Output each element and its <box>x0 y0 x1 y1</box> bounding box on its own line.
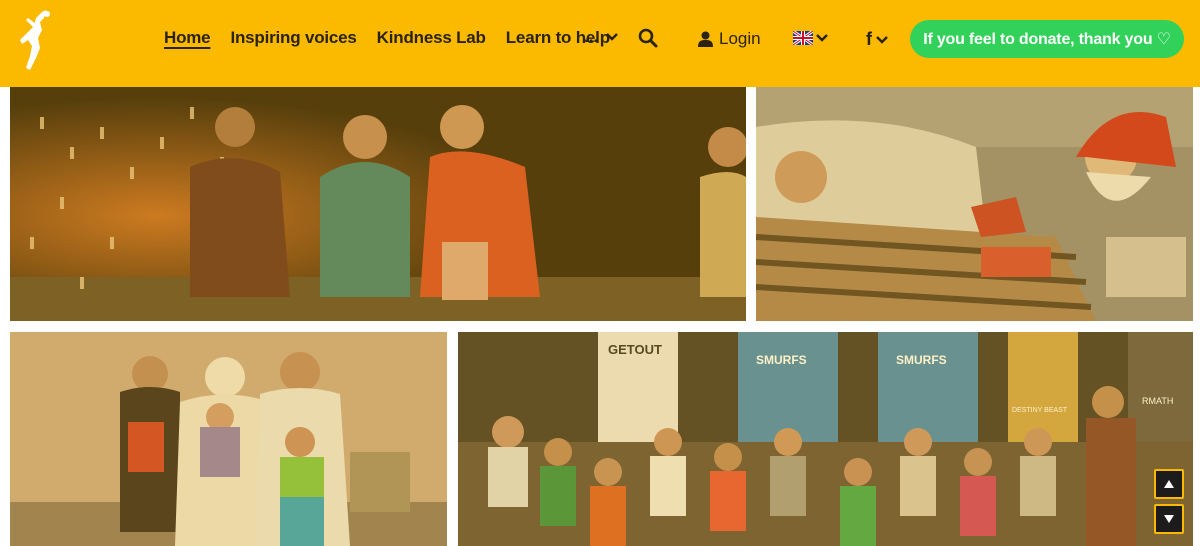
more-menu-button[interactable]: ... <box>584 27 619 47</box>
gallery-tile-campfire[interactable] <box>10 87 746 321</box>
language-selector[interactable] <box>793 31 828 45</box>
nav-item-home[interactable]: Home <box>164 28 211 48</box>
facebook-icon: f <box>866 29 872 49</box>
user-icon <box>698 31 713 47</box>
more-menu-label: ... <box>584 27 599 46</box>
jumping-figure-logo[interactable] <box>16 8 56 72</box>
scroll-down-button[interactable] <box>1154 504 1184 534</box>
arrow-down-icon <box>1164 515 1174 523</box>
nav-item-inspiring-voices[interactable]: Inspiring voices <box>230 28 356 48</box>
family-photo <box>10 332 447 546</box>
chevron-down-icon <box>606 33 619 41</box>
top-navigation-bar: Home Inspiring voices Kindness Lab Learn… <box>0 0 1200 87</box>
poster-title-smurfs-1: SMURFS <box>756 353 807 367</box>
main-nav: Home Inspiring voices Kindness Lab Learn… <box>164 28 630 48</box>
login-label: Login <box>719 29 761 48</box>
poster-title-beast: DESTINY BEAST <box>1012 407 1068 414</box>
search-icon[interactable] <box>638 28 658 48</box>
gallery-tile-family[interactable] <box>10 332 447 546</box>
scroll-up-button[interactable] <box>1154 469 1184 499</box>
gallery-tile-santa-visit[interactable] <box>756 87 1193 321</box>
cinema-group-photo: GETOUT SMURFS SMURFS DESTINY BEAST RMATH <box>458 332 1193 546</box>
campfire-photo <box>10 87 746 321</box>
gallery-tile-cinema-group[interactable]: GETOUT SMURFS SMURFS DESTINY BEAST RMATH <box>458 332 1193 546</box>
facebook-menu[interactable]: f <box>866 29 888 50</box>
poster-title-smurfs-2: SMURFS <box>896 353 947 367</box>
chevron-down-icon <box>816 34 828 42</box>
poster-title-rmath: RMATH <box>1142 396 1173 406</box>
chevron-down-icon <box>876 35 888 44</box>
nav-item-kindness-lab[interactable]: Kindness Lab <box>377 28 486 48</box>
donate-button[interactable]: If you feel to donate, thank you ♡ <box>910 20 1184 58</box>
arrow-up-icon <box>1164 480 1174 488</box>
poster-title-getout: GETOUT <box>608 342 662 357</box>
uk-flag-icon <box>793 31 813 45</box>
santa-visit-photo <box>756 87 1193 321</box>
login-button[interactable]: Login <box>698 29 761 49</box>
